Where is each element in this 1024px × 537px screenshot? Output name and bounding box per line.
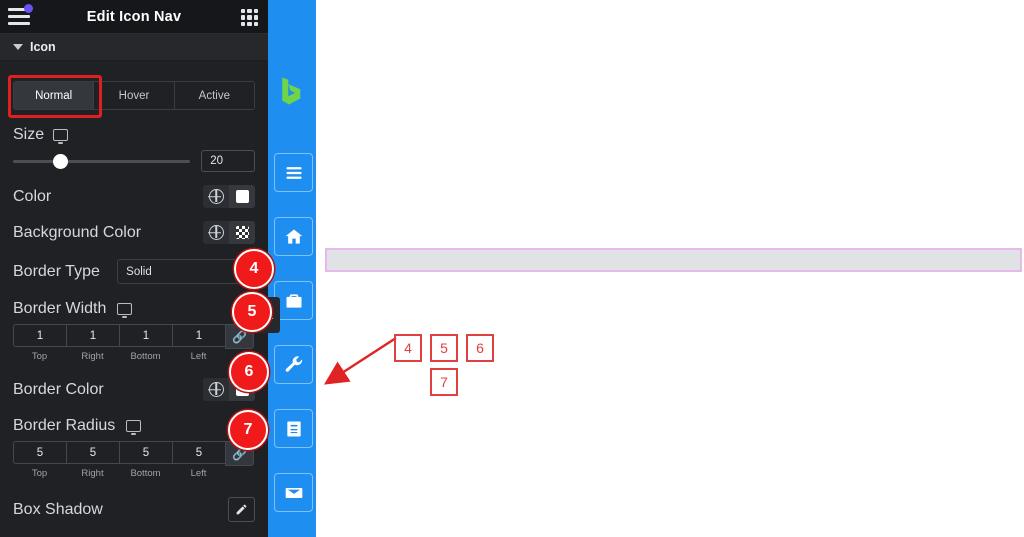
border-radius-top: 5 Top — [13, 441, 66, 479]
border-width-bottom-input[interactable]: 1 — [119, 324, 172, 347]
envelope-icon[interactable] — [274, 473, 313, 512]
notification-dot-icon — [24, 4, 33, 13]
background-color-label: Background Color — [13, 223, 142, 241]
border-radius-bottom-caption: Bottom — [130, 468, 161, 479]
annotation-7: 7 — [430, 368, 458, 396]
border-width-bottom-caption: Bottom — [130, 351, 161, 362]
desktop-icon[interactable] — [117, 303, 133, 319]
size-label: Size — [13, 126, 45, 143]
placeholder-bar — [325, 248, 1022, 272]
border-type-label: Border Type — [13, 262, 100, 280]
border-color-row: Border Color — [13, 378, 255, 401]
annotation-5: 5 — [430, 334, 458, 362]
globe-icon[interactable] — [203, 185, 229, 208]
state-tabs: Normal Hover Active — [13, 81, 255, 110]
border-width-left: 1 Left — [172, 324, 225, 362]
menu-icon[interactable] — [274, 153, 313, 192]
border-width-right: 1 Right — [66, 324, 119, 362]
border-radius-right: 5 Right — [66, 441, 119, 479]
section-header-icon[interactable]: Icon — [0, 34, 268, 61]
badge-5: 5 — [232, 292, 272, 332]
slider-handle[interactable] — [53, 154, 68, 169]
badge-7: 7 — [228, 410, 268, 450]
screenshot-root: Edit Icon Nav Icon Normal Hover Active S — [0, 0, 1024, 537]
tab-hover[interactable]: Hover — [94, 82, 175, 109]
border-radius-fields: 5 Top 5 Right 5 Bottom 5 Left 🔗 — [13, 441, 255, 479]
size-slider[interactable] — [13, 152, 191, 170]
chevron-down-icon — [13, 44, 23, 50]
color-swatch-button[interactable] — [229, 185, 255, 208]
background-color-controls — [203, 221, 255, 244]
badge-6: 6 — [229, 352, 269, 392]
border-width-left-input[interactable]: 1 — [172, 324, 225, 347]
border-radius-top-input[interactable]: 5 — [13, 441, 66, 464]
wrench-icon[interactable] — [274, 345, 313, 384]
border-width-fields: 1 Top 1 Right 1 Bottom 1 Left 🔗 — [13, 324, 255, 362]
book-icon[interactable] — [274, 409, 313, 448]
border-radius-left: 5 Left — [172, 441, 225, 479]
tab-normal[interactable]: Normal — [14, 82, 95, 109]
globe-icon[interactable] — [203, 221, 229, 244]
icon-nav-rail — [268, 0, 316, 537]
page-title: Edit Icon Nav — [86, 8, 182, 25]
annotation-6: 6 — [466, 334, 494, 362]
color-controls — [203, 185, 255, 208]
border-type-row: Border Type Solid — [13, 259, 255, 284]
border-width-bottom: 1 Bottom — [119, 324, 172, 362]
border-radius-left-caption: Left — [190, 468, 207, 479]
border-width-top: 1 Top — [13, 324, 66, 362]
annotation-4: 4 — [394, 334, 422, 362]
bing-logo-icon[interactable] — [279, 76, 305, 106]
editor-panel: Edit Icon Nav Icon Normal Hover Active S — [0, 0, 274, 537]
desktop-icon[interactable] — [53, 129, 69, 145]
border-width-right-caption: Right — [81, 351, 104, 362]
border-radius-bottom-input[interactable]: 5 — [119, 441, 172, 464]
border-width-label: Border Width — [13, 300, 107, 317]
size-control-row: 20 — [13, 150, 255, 172]
color-label: Color — [13, 187, 52, 205]
border-radius-bottom: 5 Bottom — [119, 441, 172, 479]
pencil-icon[interactable] — [228, 497, 255, 522]
border-radius-left-input[interactable]: 5 — [172, 441, 225, 464]
border-color-label: Border Color — [13, 380, 104, 398]
desktop-icon[interactable] — [126, 420, 142, 436]
panel-header: Edit Icon Nav — [0, 0, 268, 34]
border-width-top-input[interactable]: 1 — [13, 324, 66, 347]
background-color-row: Background Color — [13, 221, 255, 244]
preview-canvas: 4 5 6 7 — [316, 0, 1024, 537]
border-width-left-caption: Left — [190, 351, 207, 362]
slider-track — [13, 159, 191, 163]
border-radius-right-caption: Right — [81, 468, 104, 479]
border-width-top-caption: Top — [31, 351, 48, 362]
size-input[interactable]: 20 — [201, 150, 255, 172]
color-row: Color — [13, 185, 255, 208]
border-radius-right-input[interactable]: 5 — [66, 441, 119, 464]
state-tabs-wrapper: Normal Hover Active — [8, 75, 255, 118]
border-radius-label-row: Border Radius px — [13, 417, 255, 436]
badge-4: 4 — [234, 249, 274, 289]
tab-active[interactable]: Active — [174, 82, 254, 109]
border-radius-top-caption: Top — [31, 468, 48, 479]
background-color-swatch-button[interactable] — [229, 221, 255, 244]
border-radius-label: Border Radius — [13, 417, 116, 434]
border-width-right-input[interactable]: 1 — [66, 324, 119, 347]
box-shadow-row: Box Shadow — [13, 497, 255, 522]
home-icon[interactable] — [274, 217, 313, 256]
section-label: Icon — [30, 40, 56, 54]
box-shadow-label: Box Shadow — [13, 500, 103, 518]
globe-icon[interactable] — [203, 378, 229, 401]
apps-grid-icon[interactable] — [241, 9, 258, 26]
size-label-row: Size — [13, 126, 255, 145]
panel-body: Normal Hover Active Size 20 Color Backgr… — [0, 75, 268, 522]
border-width-label-row: Border Width px — [13, 300, 255, 319]
